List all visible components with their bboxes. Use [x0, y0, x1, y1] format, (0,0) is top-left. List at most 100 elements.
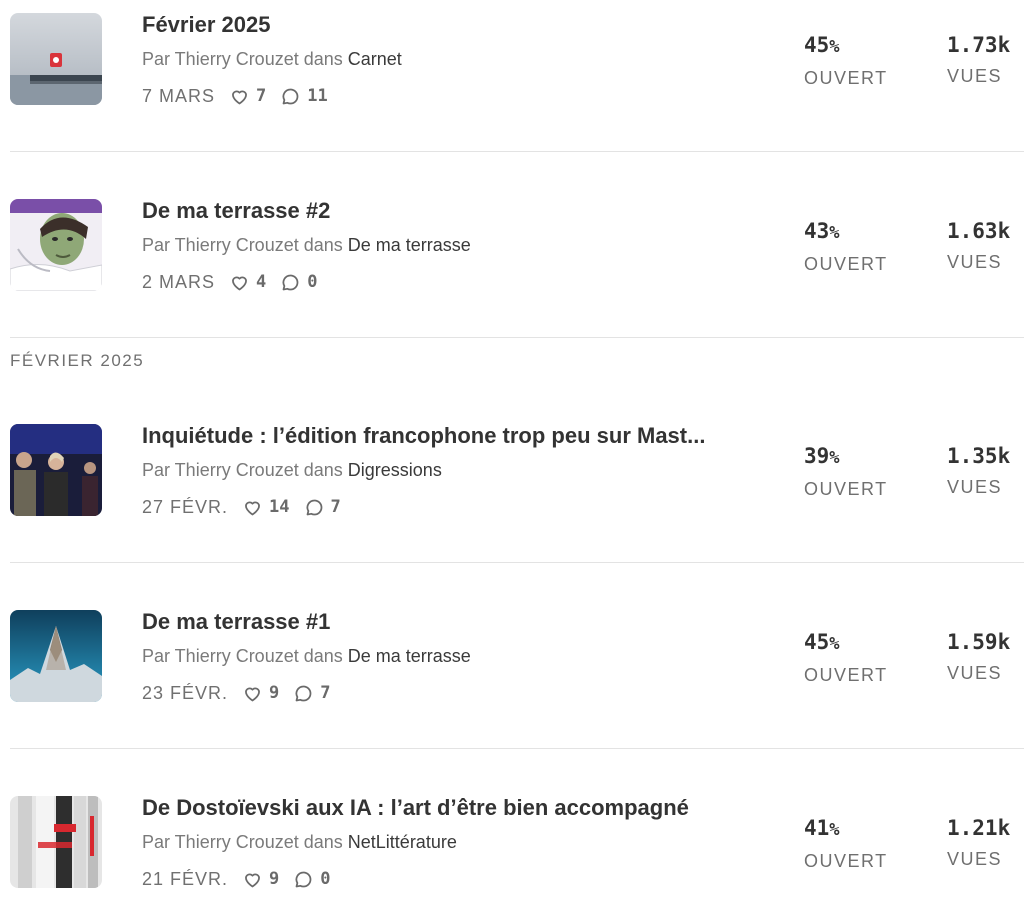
open-rate: 45% OUVERT	[804, 33, 888, 89]
post-meta: 27 FÉVR. 14 7	[142, 496, 355, 518]
post-byline: Par Thierry Crouzet dans De ma terrasse	[142, 646, 471, 666]
post-title[interactable]: De ma terrasse #1	[142, 610, 742, 634]
like-number: 14	[269, 497, 290, 517]
percent-sign: %	[829, 634, 840, 654]
byline-prefix: Par Thierry Crouzet dans	[142, 832, 343, 852]
like-number: 9	[269, 683, 280, 703]
open-label: OUVERT	[804, 665, 888, 685]
post-title[interactable]: Inquiétude : l’édition francophone trop …	[142, 424, 742, 448]
percent-sign: %	[829, 37, 840, 57]
post-thumbnail[interactable]	[10, 610, 102, 702]
post-date: 23 FÉVR.	[142, 682, 229, 703]
views: 1.35k VUES	[947, 444, 1010, 498]
views-label: VUES	[947, 477, 1003, 497]
comment-number: 0	[307, 272, 318, 292]
comment-bubble-icon	[306, 499, 322, 515]
post-meta: 21 FÉVR. 9 0	[142, 868, 345, 890]
like-count[interactable]: 4	[229, 272, 266, 293]
post-date: 2 MARS	[142, 271, 216, 292]
publication-link[interactable]: Digressions	[348, 460, 442, 480]
publication-link[interactable]: De ma terrasse	[348, 235, 471, 255]
divider	[10, 562, 1024, 563]
post-title[interactable]: De Dostoïevski aux IA : l’art d’être bie…	[142, 796, 742, 820]
post-date: 27 FÉVR.	[142, 496, 229, 517]
divider	[10, 337, 1024, 338]
post-title[interactable]: Février 2025	[142, 13, 742, 37]
heart-icon	[232, 90, 247, 104]
views-value: 1.35k	[947, 444, 1011, 468]
open-label: OUVERT	[804, 254, 888, 274]
views: 1.63k VUES	[947, 219, 1010, 273]
open-rate: 45% OUVERT	[804, 630, 888, 686]
post-byline: Par Thierry Crouzet dans Digressions	[142, 460, 442, 480]
open-rate: 41% OUVERT	[804, 816, 888, 872]
byline-prefix: Par Thierry Crouzet dans	[142, 235, 343, 255]
heart-icon	[245, 687, 260, 701]
like-number: 7	[256, 86, 267, 106]
open-label: OUVERT	[804, 851, 888, 871]
heart-icon	[245, 501, 260, 515]
comment-number: 7	[320, 683, 331, 703]
post-title[interactable]: De ma terrasse #2	[142, 199, 742, 223]
views-label: VUES	[947, 849, 1003, 869]
comment-number: 7	[330, 497, 341, 517]
comment-count[interactable]: 0	[280, 272, 318, 293]
heart-icon	[245, 873, 260, 887]
like-count[interactable]: 7	[229, 86, 266, 107]
percent-sign: %	[829, 820, 840, 840]
views-value: 1.21k	[947, 816, 1011, 840]
divider	[10, 151, 1024, 152]
byline-prefix: Par Thierry Crouzet dans	[142, 460, 343, 480]
views: 1.21k VUES	[947, 816, 1010, 870]
open-rate-value: 45	[804, 33, 830, 57]
open-label: OUVERT	[804, 479, 888, 499]
post-date: 7 MARS	[142, 85, 216, 106]
publication-link[interactable]: De ma terrasse	[348, 646, 471, 666]
comment-count[interactable]: 11	[280, 86, 328, 107]
like-count[interactable]: 9	[242, 869, 279, 890]
portrait-illustration-image	[10, 199, 102, 291]
post-byline: Par Thierry Crouzet dans Carnet	[142, 49, 402, 69]
open-label: OUVERT	[804, 68, 888, 88]
comment-count[interactable]: 7	[304, 497, 341, 518]
open-rate-value: 45	[804, 630, 830, 654]
like-count[interactable]: 14	[242, 497, 290, 518]
comment-bubble-icon	[282, 274, 299, 290]
views-value: 1.59k	[947, 630, 1011, 654]
publication-link[interactable]: NetLittérature	[348, 832, 457, 852]
post-byline: Par Thierry Crouzet dans De ma terrasse	[142, 235, 471, 255]
lake-pier-image	[10, 13, 102, 105]
like-number: 4	[256, 272, 267, 292]
views: 1.59k VUES	[947, 630, 1010, 684]
comment-bubble-icon	[295, 685, 312, 701]
post-meta: 2 MARS 4 0	[142, 271, 332, 293]
like-number: 9	[269, 869, 280, 889]
comment-bubble-icon	[282, 88, 299, 104]
publication-link[interactable]: Carnet	[348, 49, 402, 69]
post-thumbnail[interactable]	[10, 199, 102, 291]
byline-prefix: Par Thierry Crouzet dans	[142, 49, 343, 69]
post-byline: Par Thierry Crouzet dans NetLittérature	[142, 832, 457, 852]
comment-number: 11	[307, 86, 328, 106]
post-date: 21 FÉVR.	[142, 868, 229, 889]
open-rate-value: 39	[804, 444, 830, 468]
like-count[interactable]: 9	[242, 683, 279, 704]
post-thumbnail[interactable]	[10, 13, 102, 105]
month-section-header: FÉVRIER 2025	[10, 351, 145, 370]
post-thumbnail[interactable]	[10, 796, 102, 888]
views-label: VUES	[947, 66, 1003, 86]
byline-prefix: Par Thierry Crouzet dans	[142, 646, 343, 666]
comment-count[interactable]: 0	[293, 869, 331, 890]
post-meta: 23 FÉVR. 9 7	[142, 682, 345, 704]
views-value: 1.73k	[947, 33, 1011, 57]
mountain-peak-image	[10, 610, 102, 702]
heart-icon	[232, 276, 247, 290]
percent-sign: %	[829, 448, 840, 468]
views: 1.73k VUES	[947, 33, 1010, 87]
comment-number: 0	[320, 869, 331, 889]
open-rate: 43% OUVERT	[804, 219, 888, 275]
views-label: VUES	[947, 663, 1003, 683]
comment-count[interactable]: 7	[293, 683, 331, 704]
post-thumbnail[interactable]	[10, 424, 102, 516]
open-rate-value: 41	[804, 816, 830, 840]
